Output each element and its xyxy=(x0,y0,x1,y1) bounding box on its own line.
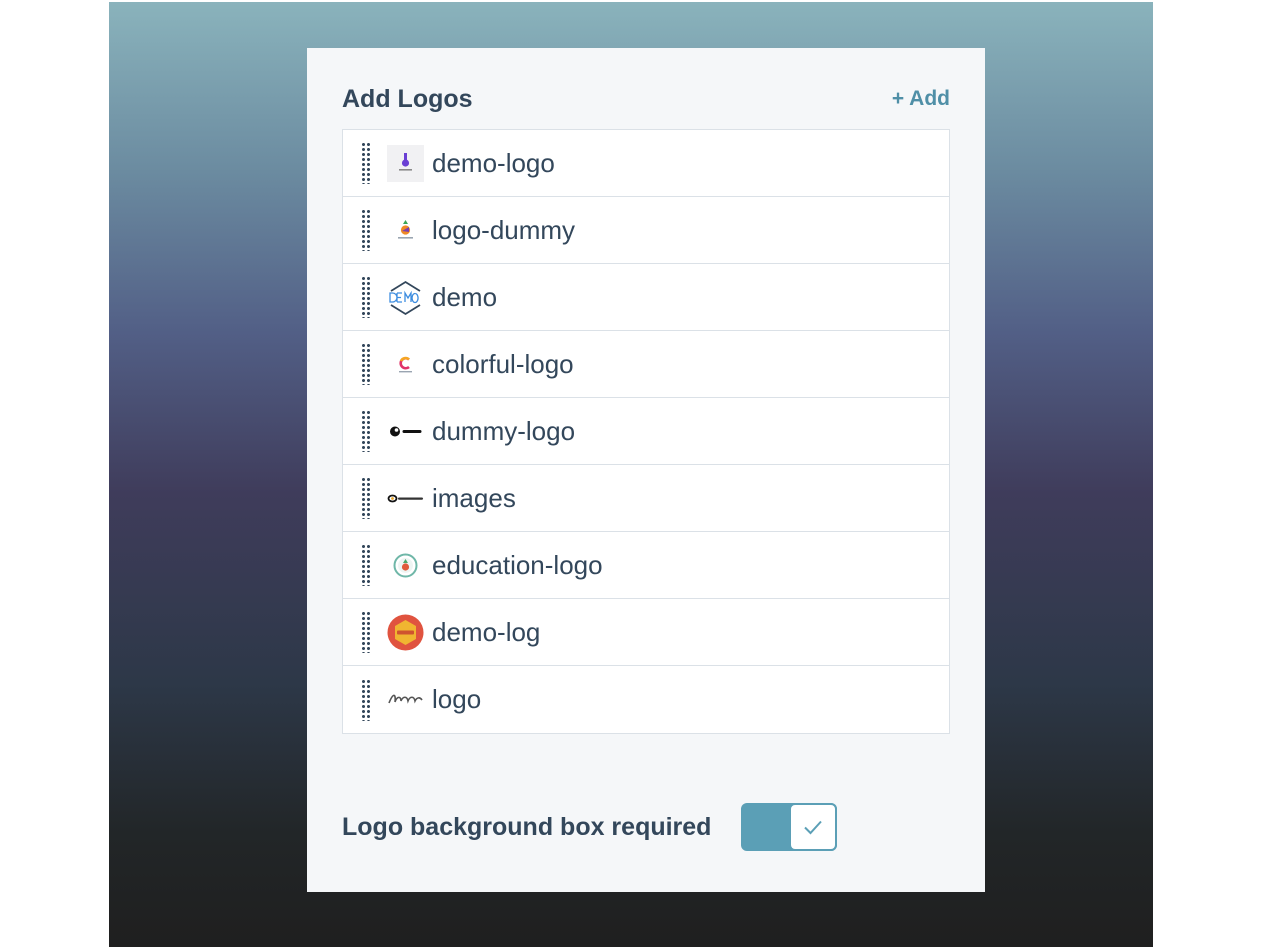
list-item[interactable]: demo xyxy=(343,264,949,331)
drag-handle-icon[interactable] xyxy=(361,276,371,318)
colorful-fruit-logo-icon xyxy=(387,212,424,249)
logo-name: colorful-logo xyxy=(432,348,574,379)
script-logo-icon xyxy=(387,681,424,718)
colorful-c-logo-icon xyxy=(387,346,424,383)
logo-name: logo-dummy xyxy=(432,214,576,245)
drag-handle-icon[interactable] xyxy=(361,477,371,519)
drag-handle-icon[interactable] xyxy=(361,611,371,653)
purple-figure-logo-icon xyxy=(387,144,424,182)
logo-name: education-logo xyxy=(432,549,603,580)
panel-title: Add Logos xyxy=(342,84,473,113)
logo-name: demo-logo xyxy=(432,147,555,178)
panel-header: Add Logos + Add xyxy=(342,84,950,114)
logo-name: demo xyxy=(432,281,498,312)
logoipsum-logo-icon xyxy=(387,480,424,517)
drag-handle-icon[interactable] xyxy=(361,678,371,721)
add-logo-button[interactable]: + Add xyxy=(892,87,950,111)
list-item[interactable]: demo-log xyxy=(343,599,949,666)
logo-name: images xyxy=(432,482,516,513)
list-item[interactable]: demo-logo xyxy=(343,130,949,197)
black-circle-logo-icon xyxy=(387,413,424,450)
round-education-logo-icon xyxy=(387,547,424,584)
drag-handle-icon[interactable] xyxy=(361,544,371,586)
list-item[interactable]: dummy-logo xyxy=(343,398,949,465)
background-box-setting: Logo background box required xyxy=(342,801,838,853)
drag-handle-icon[interactable] xyxy=(361,142,371,184)
list-item[interactable]: logo-dummy xyxy=(343,197,949,264)
list-item[interactable]: colorful-logo xyxy=(343,331,949,398)
logo-list: demo-logo logo-dummy demo colorful-logo … xyxy=(342,129,950,734)
list-item[interactable]: logo xyxy=(343,666,949,733)
drag-handle-icon[interactable] xyxy=(361,343,371,385)
demo-badge-logo-icon xyxy=(387,614,424,651)
logo-name: dummy-logo xyxy=(432,415,576,446)
toggle-label: Logo background box required xyxy=(342,812,712,841)
demo-hexagon-logo-icon xyxy=(387,279,424,316)
add-logos-panel: Add Logos + Add demo-logo logo-dummy dem… xyxy=(307,48,985,892)
checkmark-icon xyxy=(804,820,823,835)
logo-name: logo xyxy=(432,684,482,714)
background-box-toggle[interactable] xyxy=(741,803,838,851)
drag-handle-icon[interactable] xyxy=(361,410,371,452)
list-item[interactable]: images xyxy=(343,465,949,532)
logo-name: demo-log xyxy=(432,616,541,647)
toggle-knob[interactable] xyxy=(789,803,838,851)
list-item[interactable]: education-logo xyxy=(343,532,949,599)
drag-handle-icon[interactable] xyxy=(361,209,371,251)
